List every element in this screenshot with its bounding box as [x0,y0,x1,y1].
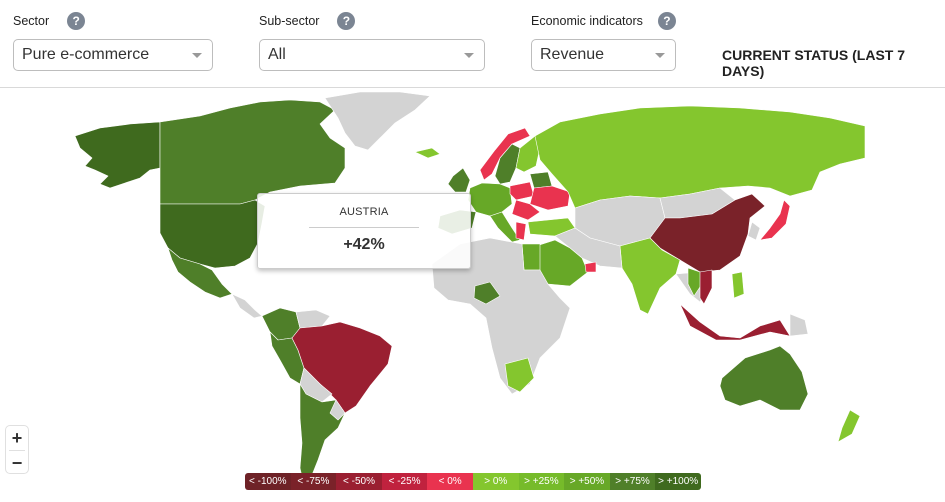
tooltip-divider [309,227,419,228]
country-egypt[interactable] [521,243,541,271]
country-uae[interactable] [584,261,597,273]
country-south-africa[interactable] [504,357,535,393]
status-title: CURRENT STATUS (LAST 7 DAYS) [722,47,906,79]
country-vietnam[interactable] [699,269,713,305]
sector-filter: Sector ? [13,11,86,31]
country-iceland[interactable] [414,147,441,159]
country-greece[interactable] [515,221,527,241]
legend-item: < -75% [290,473,337,490]
subsector-filter: Sub-sector ? [259,11,356,31]
country-greenland[interactable] [324,91,431,151]
subsector-label: Sub-sector [259,14,320,28]
tooltip-value: +42% [343,236,385,253]
indicator-filter: Economic indicators ? [531,11,676,31]
world-map[interactable]: AUSTRIA +42% + − [0,88,945,502]
sector-label: Sector [13,14,50,28]
country-canada[interactable] [159,99,346,205]
legend-item: < -100% [245,473,291,490]
tooltip-country: AUSTRIA [339,206,389,218]
legend: < -100% < -75% < -50% < -25% < 0% > 0% >… [245,473,701,490]
country-indonesia[interactable] [679,303,791,341]
country-korea[interactable] [747,221,761,241]
sector-select-value: Pure e-commerce [22,46,150,63]
country-uk-ireland[interactable] [447,167,471,193]
help-icon[interactable]: ? [657,12,676,30]
chevron-down-icon [192,53,202,58]
country-philippines[interactable] [731,271,745,299]
zoom-control: + − [5,425,29,474]
legend-item: > +25% [518,473,565,490]
country-papua-new-guinea[interactable] [789,313,809,337]
chevron-down-icon [655,53,665,58]
filters-bar: Sector ? Pure e-commerce Sub-sector ? Al… [0,0,945,88]
help-icon[interactable]: ? [337,12,356,30]
indicator-label: Economic indicators [531,14,643,28]
country-ukraine[interactable] [529,185,571,211]
legend-item: < -50% [336,473,382,490]
zoom-in-button[interactable]: + [6,426,28,450]
country-western-europe[interactable] [467,182,513,217]
country-italy[interactable] [489,211,521,243]
sector-select[interactable]: Pure e-commerce [13,39,213,71]
help-icon[interactable]: ? [67,12,86,30]
legend-item: < -25% [381,473,428,490]
legend-item: > +50% [564,473,610,490]
indicator-select[interactable]: Revenue [531,39,676,71]
indicator-select-value: Revenue [540,46,605,63]
country-alaska[interactable] [74,121,161,189]
country-poland[interactable] [509,181,535,201]
country-central-america[interactable] [231,293,263,319]
subsector-select-value: All [268,46,286,63]
legend-item: > +75% [609,473,656,490]
tooltip: AUSTRIA +42% [257,193,471,269]
chevron-down-icon [464,53,474,58]
country-new-zealand[interactable] [837,409,861,443]
subsector-select[interactable]: All [259,39,485,71]
country-belarus[interactable] [529,171,553,189]
country-australia[interactable] [719,345,809,411]
legend-item: > 0% [472,473,519,490]
zoom-out-button[interactable]: − [6,451,28,475]
legend-item: < 0% [427,473,473,490]
legend-item: > +100% [655,473,701,490]
map-svg[interactable] [0,88,945,502]
